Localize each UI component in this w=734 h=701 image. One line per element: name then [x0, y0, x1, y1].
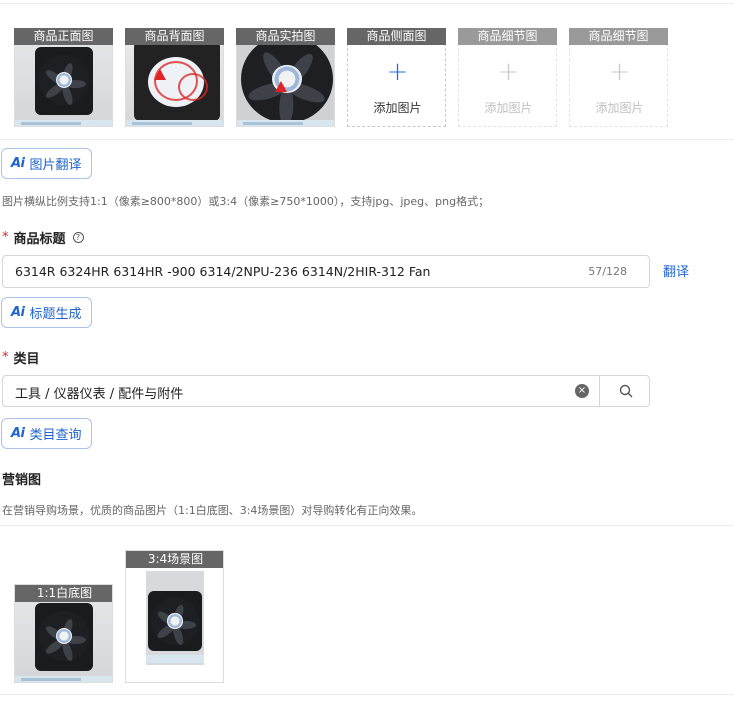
slot-label: 商品侧面图	[347, 28, 446, 45]
button-label: 标题生成	[29, 307, 82, 322]
label-text: 营销图	[2, 473, 42, 488]
category-search-button[interactable]	[599, 376, 651, 406]
clear-icon[interactable]: ×	[575, 384, 589, 398]
label-text: 商品标题	[13, 232, 66, 247]
plus-icon: +	[608, 57, 631, 87]
label-text: 类目	[13, 352, 40, 367]
divider	[0, 3, 734, 4]
title-field-label: * 商品标题 ?	[2, 228, 84, 247]
title-value[interactable]: 6314R 6324HR 6314HR -900 6314/2NPU-236 6…	[15, 264, 430, 279]
image-translate-button[interactable]: Ai 图片翻译	[1, 148, 92, 179]
slot-label: 商品细节图	[569, 28, 668, 45]
add-image-label: 添加图片	[373, 101, 422, 115]
image-slot-detail-1: 商品细节图 + 添加图片	[458, 28, 557, 127]
category-select[interactable]: 工具 / 仪器仪表 / 配件与附件 ×	[2, 375, 650, 407]
category-value[interactable]: 工具 / 仪器仪表 / 配件与附件	[15, 383, 183, 402]
product-image-strip: 商品正面图 商品背面图 商品实拍图 商品侧面图 + 添加图片 商品细节图 + 添…	[0, 0, 734, 140]
help-icon[interactable]: ?	[72, 232, 84, 243]
image-slot-front[interactable]: 商品正面图	[14, 28, 113, 127]
search-icon	[619, 384, 633, 398]
slot-label: 商品正面图	[14, 28, 113, 45]
marketing-hint: 在营销导购场景，优质的商品图片（1:1白底图、3:4场景图）对导购转化有正向效果…	[2, 504, 423, 517]
plus-icon: +	[497, 57, 520, 87]
ai-icon: Ai	[11, 305, 25, 320]
image-slot-side[interactable]: 商品侧面图 + 添加图片	[347, 28, 446, 127]
slot-label: 商品实拍图	[236, 28, 335, 45]
ai-icon: Ai	[11, 156, 25, 171]
required-mark: *	[2, 230, 9, 245]
title-translate-link[interactable]: 翻译	[663, 261, 689, 280]
slot-label: 3:4场景图	[126, 551, 223, 568]
category-query-button[interactable]: Ai 类目查询	[1, 418, 92, 449]
category-field-label: * 类目	[2, 348, 40, 367]
marketing-field-label: 营销图	[2, 469, 41, 488]
plus-icon: +	[386, 57, 409, 87]
slot-label: 商品背面图	[125, 28, 224, 45]
ai-icon: Ai	[11, 426, 25, 441]
button-label: 图片翻译	[29, 158, 82, 173]
image-format-hint: 图片横纵比例支持1:1（像素≥800*800）或3:4（像素≥750*1000）…	[2, 195, 490, 208]
marketing-slot-white-bg[interactable]: 1:1白底图	[14, 584, 113, 683]
char-counter: 57/128	[588, 265, 627, 278]
image-slot-detail-2: 商品细节图 + 添加图片	[569, 28, 668, 127]
slot-label: 1:1白底图	[15, 585, 112, 602]
title-input[interactable]: 6314R 6324HR 6314HR -900 6314/2NPU-236 6…	[2, 255, 650, 288]
image-slot-back[interactable]: 商品背面图	[125, 28, 224, 127]
add-image-label: 添加图片	[484, 101, 533, 115]
title-generate-button[interactable]: Ai 标题生成	[1, 297, 92, 328]
image-slot-real[interactable]: 商品实拍图	[236, 28, 335, 127]
button-label: 类目查询	[29, 428, 82, 443]
marketing-image-area: 1:1白底图 3:4场景图	[0, 525, 734, 695]
marketing-slot-scene[interactable]: 3:4场景图	[125, 550, 224, 683]
required-mark: *	[2, 350, 9, 365]
add-image-label: 添加图片	[595, 101, 644, 115]
slot-label: 商品细节图	[458, 28, 557, 45]
